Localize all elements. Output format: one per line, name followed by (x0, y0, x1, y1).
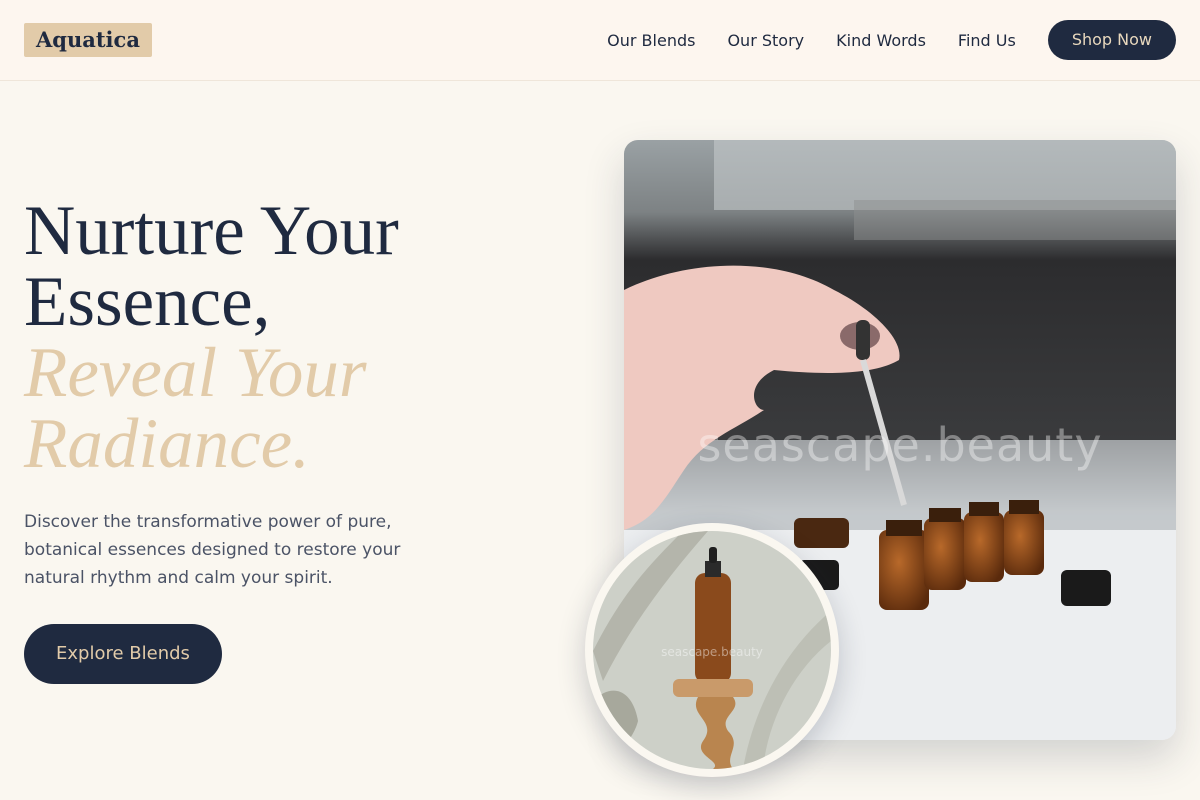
explore-blends-button[interactable]: Explore Blends (24, 624, 222, 684)
hero-description: Discover the transformative power of pur… (24, 512, 401, 588)
brand-logo[interactable]: Aquatica (24, 23, 152, 57)
featured-bottle-image: seascape.beauty (585, 523, 839, 777)
hero-title-line-1: Nurture Your (24, 192, 399, 270)
hero-title: Nurture Your Essence, Reveal Your Radian… (24, 196, 564, 480)
circle-image-watermark: seascape.beauty (661, 645, 763, 659)
site-header: Aquatica Our Blends Our Story Kind Words… (0, 0, 1200, 81)
main-image-watermark: seascape.beauty (697, 418, 1103, 472)
nav-link-kind-words[interactable]: Kind Words (836, 31, 926, 50)
hero-accent-line-1: Reveal Your (24, 334, 367, 412)
shop-now-button[interactable]: Shop Now (1047, 20, 1176, 60)
nav-link-find-us[interactable]: Find Us (958, 31, 1016, 50)
hero-accent-line-2: Radiance. (24, 405, 310, 483)
nav-link-our-story[interactable]: Our Story (727, 31, 804, 50)
hero-title-line-2: Essence, (24, 263, 271, 341)
featured-bottle-frame: seascape.beauty (593, 531, 831, 769)
nav-link-our-blends[interactable]: Our Blends (607, 31, 695, 50)
main-nav: Our Blends Our Story Kind Words Find Us … (607, 20, 1176, 60)
